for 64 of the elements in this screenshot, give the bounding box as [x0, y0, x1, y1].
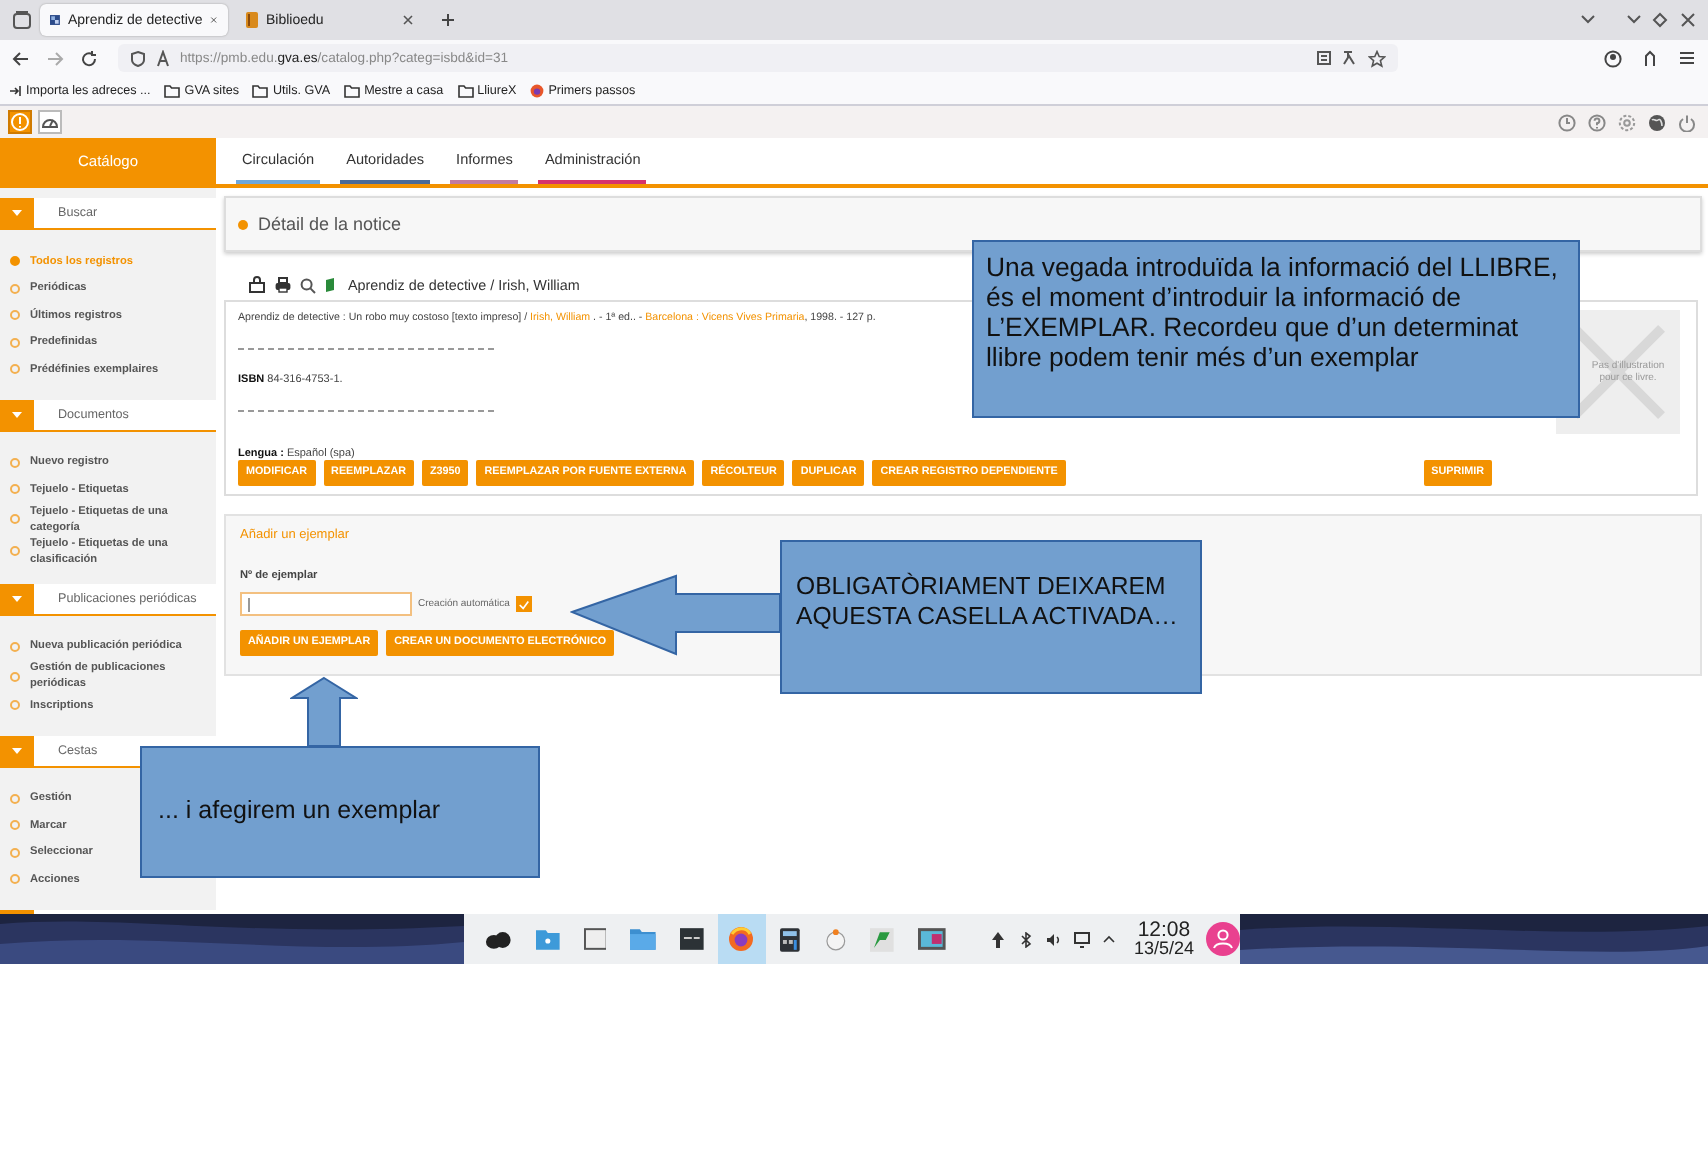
- close-icon[interactable]: [210, 14, 218, 26]
- extensions-icon[interactable]: [1642, 49, 1658, 67]
- settings-icon[interactable]: [1618, 113, 1636, 131]
- screen-app-icon[interactable]: [918, 928, 946, 950]
- import-icon: [8, 83, 22, 97]
- shield-icon: [130, 49, 146, 67]
- display-icon[interactable]: [1073, 931, 1090, 947]
- reader-view-icon[interactable]: [1316, 50, 1332, 66]
- caret-down-icon: [12, 747, 22, 753]
- folder-icon: [344, 83, 361, 97]
- tab-overflow-icon[interactable]: [1580, 14, 1596, 26]
- window-icon[interactable]: [583, 928, 607, 950]
- site-logo-icon: [50, 12, 60, 28]
- caret-down-icon: [12, 411, 22, 417]
- chevron-up-icon[interactable]: [1101, 934, 1116, 944]
- caret-down-icon: [12, 595, 22, 601]
- browser-taskbar-button[interactable]: [718, 914, 766, 964]
- basket-icon[interactable]: [248, 276, 266, 294]
- tab-list-icon[interactable]: [12, 10, 32, 30]
- window-controls-icon[interactable]: [1624, 12, 1696, 28]
- folder-icon[interactable]: [630, 928, 657, 950]
- folder-icon: [457, 83, 474, 97]
- user-avatar-icon[interactable]: [1205, 922, 1240, 956]
- callout-tooltip: OBLIGATÒRIAMENT DEIXAREM AQUESTA CASELLA ACTIVADA…: [780, 540, 1202, 694]
- bluetooth-icon[interactable]: [1017, 931, 1034, 947]
- translate-icon[interactable]: [1342, 50, 1358, 66]
- power-icon[interactable]: [1678, 113, 1696, 131]
- panel-title: Détail de la notice: [258, 214, 402, 234]
- checkbox[interactable]: [515, 596, 532, 612]
- terminal-icon[interactable]: [680, 928, 705, 950]
- help-icon[interactable]: [1588, 113, 1606, 131]
- clock-time[interactable]: 12:08: [1137, 921, 1191, 939]
- print-icon[interactable]: [274, 276, 292, 294]
- back-icon[interactable]: [12, 49, 30, 67]
- book-icon: [324, 278, 336, 292]
- caret-down-icon: [12, 210, 22, 216]
- folder-icon[interactable]: [535, 928, 560, 950]
- folder-icon: [252, 83, 269, 97]
- book-icon: [246, 12, 258, 28]
- document-app-icon[interactable]: [870, 927, 895, 951]
- input-field[interactable]: [240, 592, 412, 616]
- star-icon[interactable]: [1368, 49, 1386, 67]
- callout-tooltip: Una vegada introduïda la informació del LLIBRE, és el moment d’introduir la informació de L’EXEMPLAR. Recordeu que d’un determinat llibre podem tenir més d’un exemplar: [972, 240, 1580, 418]
- search-icon[interactable]: [300, 277, 316, 293]
- cloud-icon[interactable]: [484, 929, 512, 949]
- info-icon: [10, 112, 30, 132]
- close-icon[interactable]: [402, 14, 414, 26]
- dashboard-button[interactable]: [38, 110, 62, 134]
- reload-icon[interactable]: [80, 49, 98, 67]
- network-icon[interactable]: [989, 931, 1006, 947]
- browser-icon: [728, 926, 755, 952]
- callout-arrow: [290, 676, 358, 748]
- calculator-icon[interactable]: [779, 927, 800, 951]
- volume-icon[interactable]: [1045, 931, 1062, 947]
- browser-icon: [530, 83, 545, 97]
- account-icon[interactable]: [1604, 49, 1622, 67]
- menu-icon[interactable]: [1678, 50, 1696, 66]
- clock-date[interactable]: 13/5/24: [1133, 939, 1194, 957]
- folder-icon: [164, 83, 181, 97]
- info-button[interactable]: [8, 110, 32, 134]
- history-icon[interactable]: [1558, 113, 1576, 131]
- new-tab-icon[interactable]: [440, 12, 456, 28]
- callout-tooltip: ... i afegirem un exemplar: [140, 746, 540, 878]
- globe-icon[interactable]: [1648, 113, 1666, 131]
